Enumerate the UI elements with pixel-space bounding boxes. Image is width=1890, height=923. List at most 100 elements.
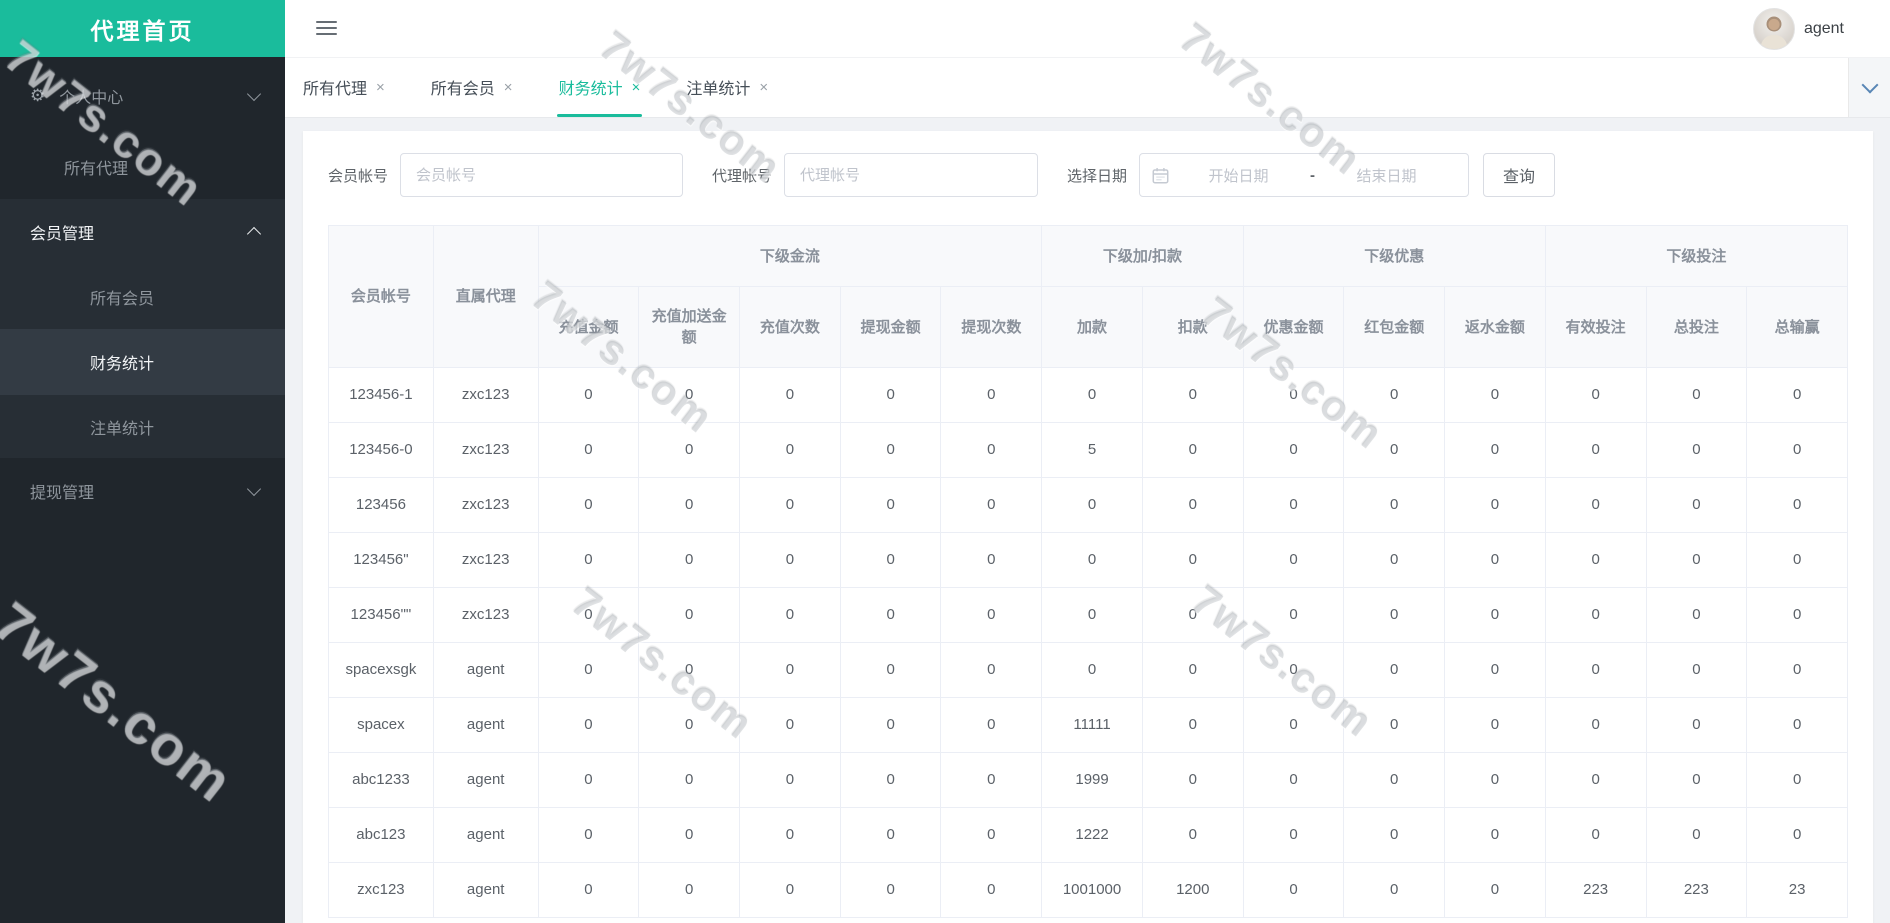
column-header: 充值金额 [537, 286, 640, 368]
avatar [1752, 8, 1795, 50]
table-cell: 0 [940, 367, 1043, 423]
tab-finance-stats[interactable]: 财务统计 × [556, 57, 643, 117]
sidebar-item-personal-center[interactable]: ⚙ 个人中心 [0, 57, 285, 134]
table-cell: spacexsgk [328, 642, 434, 698]
table-cell: agent [432, 697, 539, 753]
table-cell: 0 [1343, 642, 1446, 698]
date-range-picker[interactable]: 开始日期 - 结束日期 [1139, 153, 1470, 197]
table-cell: 0 [940, 752, 1043, 808]
table-cell: 223 [1544, 862, 1647, 918]
table-cell: 0 [1746, 697, 1848, 753]
table-cell: 0 [839, 752, 942, 808]
table-cell: 0 [1746, 807, 1848, 863]
chevron-down-icon [1861, 76, 1878, 93]
search-button[interactable]: 查询 [1483, 153, 1556, 197]
table-cell: 0 [638, 587, 741, 643]
table-cell: 0 [1041, 367, 1143, 423]
table-cell: 0 [1041, 587, 1143, 643]
table-cell: 0 [1343, 422, 1446, 478]
table-cell: 0 [1544, 697, 1647, 753]
table-cell: 0 [638, 367, 741, 423]
column-header: 返水金额 [1444, 286, 1546, 368]
tab-all-members[interactable]: 所有会员 × [431, 57, 513, 117]
table-row: 123456-0 zxc123 0 0 0 0 0 5 0 0 0 0 0 0 0 [328, 422, 1848, 478]
table-cell: 0 [1141, 642, 1244, 698]
table-cell: zxc123 [432, 422, 539, 478]
table-cell: spacex [328, 697, 434, 753]
table-cell: 0 [1645, 642, 1748, 698]
table-cell: 0 [1343, 862, 1446, 918]
table-cell: 0 [1645, 532, 1748, 588]
agent-account-input[interactable] [784, 153, 1039, 197]
table-cell: 0 [537, 642, 640, 698]
table-cell: 1200 [1141, 862, 1244, 918]
table-cell: 0 [537, 862, 640, 918]
sidebar-item-finance-stats[interactable]: 财务统计 [0, 329, 285, 395]
sidebar-item-all-agents[interactable]: 所有代理 [0, 134, 285, 199]
table-cell: 0 [1343, 697, 1446, 753]
column-group-header: 下级加/扣款 [1041, 225, 1244, 287]
table-cell: 0 [839, 587, 942, 643]
hamburger-menu-icon[interactable] [316, 21, 337, 39]
gear-icon: ⚙ [30, 85, 46, 105]
tab-close-icon[interactable]: × [632, 80, 641, 95]
table-cell: 0 [839, 697, 942, 753]
table-cell: 0 [1544, 752, 1647, 808]
sidebar-item-member-management[interactable]: 会员管理 [0, 199, 285, 264]
tab-bet-stats[interactable]: 注单统计 × [686, 57, 768, 117]
table-cell: 0 [940, 422, 1043, 478]
table-cell: 0 [638, 752, 741, 808]
table-cell: 0 [638, 807, 741, 863]
table-cell: 0 [1746, 642, 1848, 698]
calendar-icon [1152, 167, 1169, 183]
tab-close-icon[interactable]: × [376, 80, 385, 95]
member-account-input[interactable] [400, 153, 684, 197]
table-cell: 0 [1041, 477, 1143, 533]
sidebar-item-bet-stats[interactable]: 注单统计 [0, 395, 285, 458]
table-cell: 0 [1645, 587, 1748, 643]
column-header: 有效投注 [1544, 286, 1647, 368]
table-cell: 123456-1 [328, 367, 434, 423]
sidebar-item-all-members[interactable]: 所有会员 [0, 264, 285, 329]
finance-stats-table: 会员帐号 直属代理 下级金流 下级加/扣款 下级优惠 下级投注 充值金额 充值加送金额 充值次数… [328, 225, 1849, 918]
end-date-placeholder[interactable]: 结束日期 [1317, 165, 1456, 186]
table-cell: zxc123 [432, 532, 539, 588]
user-menu[interactable]: agent [1752, 8, 1844, 50]
column-group-header: 会员帐号 [328, 225, 434, 368]
table-cell: 0 [1343, 367, 1446, 423]
table-cell: 0 [739, 752, 841, 808]
table-cell: 0 [1242, 807, 1345, 863]
table-cell: 123456 [328, 477, 434, 533]
member-account-label: 会员帐号 [328, 167, 389, 185]
table-cell: 0 [537, 697, 640, 753]
table-cell: agent [432, 752, 539, 808]
sidebar-item-label: 个人中心 [59, 89, 124, 107]
table-cell: 0 [1343, 587, 1446, 643]
table-cell: 0 [1141, 477, 1244, 533]
column-group-header: 下级金流 [537, 225, 1043, 287]
table-cell: 0 [1746, 367, 1848, 423]
table-cell: 0 [739, 642, 841, 698]
table-cell: 0 [1544, 367, 1647, 423]
table-cell: 11111 [1041, 697, 1143, 753]
table-cell: 0 [940, 477, 1043, 533]
chevron-up-icon [246, 226, 262, 241]
sidebar-menu: ⚙ 个人中心所有代理会员管理所有会员 财务统计 注单统计 提现管理 [0, 57, 285, 524]
tab-close-icon[interactable]: × [504, 80, 513, 95]
table-cell: 0 [739, 862, 841, 918]
table-cell: 0 [537, 587, 640, 643]
username-label: agent [1803, 20, 1844, 37]
tab-all-agents[interactable]: 所有代理 × [303, 57, 385, 117]
tab-close-icon[interactable]: × [759, 80, 768, 95]
sidebar-item-withdraw-management[interactable]: 提现管理 [0, 458, 285, 524]
column-group-header: 直属代理 [432, 225, 539, 368]
start-date-placeholder[interactable]: 开始日期 [1169, 165, 1308, 186]
table-cell: 0 [1544, 587, 1647, 643]
table-cell: 0 [1242, 752, 1345, 808]
table-cell: 0 [739, 367, 841, 423]
table-cell: 0 [1141, 367, 1244, 423]
table-cell: 0 [1343, 477, 1446, 533]
sidebar-item-label: 会员管理 [30, 225, 95, 243]
tab-list-dropdown-button[interactable] [1848, 57, 1890, 117]
filter-toolbar: 会员帐号 代理帐号 选择日期 开始日期 - 结束日期 查询 [328, 153, 1848, 197]
